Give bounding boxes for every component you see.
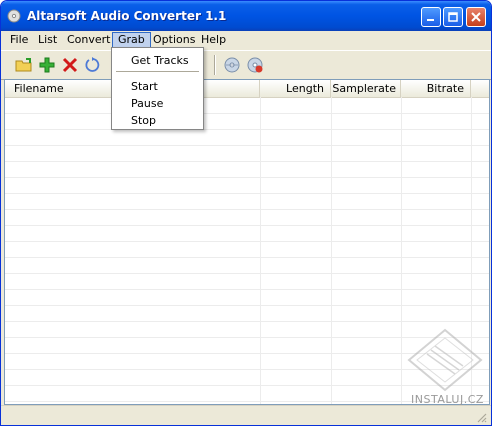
window-title: Altarsoft Audio Converter 1.1	[27, 9, 227, 23]
cd-grab-icon[interactable]	[246, 56, 264, 74]
maximize-button[interactable]	[443, 7, 463, 27]
table-row[interactable]	[5, 226, 489, 242]
table-row[interactable]	[5, 194, 489, 210]
table-row[interactable]	[5, 306, 489, 322]
toolbar-separator	[214, 55, 216, 75]
minimize-button[interactable]	[421, 7, 441, 27]
table-row[interactable]	[5, 258, 489, 274]
delete-icon[interactable]	[61, 56, 79, 74]
table-row[interactable]	[5, 242, 489, 258]
grab-menu-dropdown: Get Tracks Start Pause Stop	[111, 47, 204, 130]
watermark-text: INSTALUJ.CZ	[411, 393, 484, 406]
table-row[interactable]	[5, 146, 489, 162]
app-disc-icon[interactable]	[7, 9, 21, 23]
column-gridline	[331, 97, 332, 404]
menu-options[interactable]: Options	[148, 32, 200, 48]
table-row[interactable]	[5, 178, 489, 194]
menu-item-pause[interactable]: Pause	[113, 95, 202, 112]
table-row[interactable]	[5, 130, 489, 146]
table-row[interactable]	[5, 162, 489, 178]
table-row[interactable]	[5, 274, 489, 290]
table-row[interactable]	[5, 114, 489, 130]
column-gridline	[401, 97, 402, 404]
column-bitrate[interactable]: Bitrate	[401, 80, 471, 97]
menu-file[interactable]: File	[5, 32, 33, 48]
close-button[interactable]	[466, 7, 486, 27]
table-row[interactable]	[5, 98, 489, 114]
menu-grab[interactable]: Grab	[112, 32, 151, 48]
column-length[interactable]: Length	[260, 80, 331, 97]
toolbar	[1, 50, 491, 80]
menu-separator	[116, 71, 199, 72]
menu-bar: File List Convert Grab Options Help	[1, 31, 491, 49]
table-row[interactable]	[5, 210, 489, 226]
column-samplerate[interactable]: Samplerate	[331, 80, 401, 97]
resize-grip-icon[interactable]	[475, 411, 487, 423]
open-folder-icon[interactable]	[15, 56, 33, 74]
menu-convert[interactable]: Convert	[62, 32, 116, 48]
menu-item-stop[interactable]: Stop	[113, 112, 202, 129]
status-bar	[1, 405, 491, 425]
refresh-icon[interactable]	[84, 56, 102, 74]
column-filler	[471, 80, 489, 97]
list-header: Filename Length Samplerate Bitrate	[5, 80, 489, 98]
menu-item-get-tracks[interactable]: Get Tracks	[113, 52, 202, 69]
menu-item-start[interactable]: Start	[113, 78, 202, 95]
column-gridline	[260, 97, 261, 404]
table-row[interactable]	[5, 290, 489, 306]
add-icon[interactable]	[38, 56, 56, 74]
menu-help[interactable]: Help	[196, 32, 231, 48]
cd-icon[interactable]	[223, 56, 241, 74]
menu-list[interactable]: List	[33, 32, 62, 48]
title-bar[interactable]: Altarsoft Audio Converter 1.1	[1, 1, 491, 31]
